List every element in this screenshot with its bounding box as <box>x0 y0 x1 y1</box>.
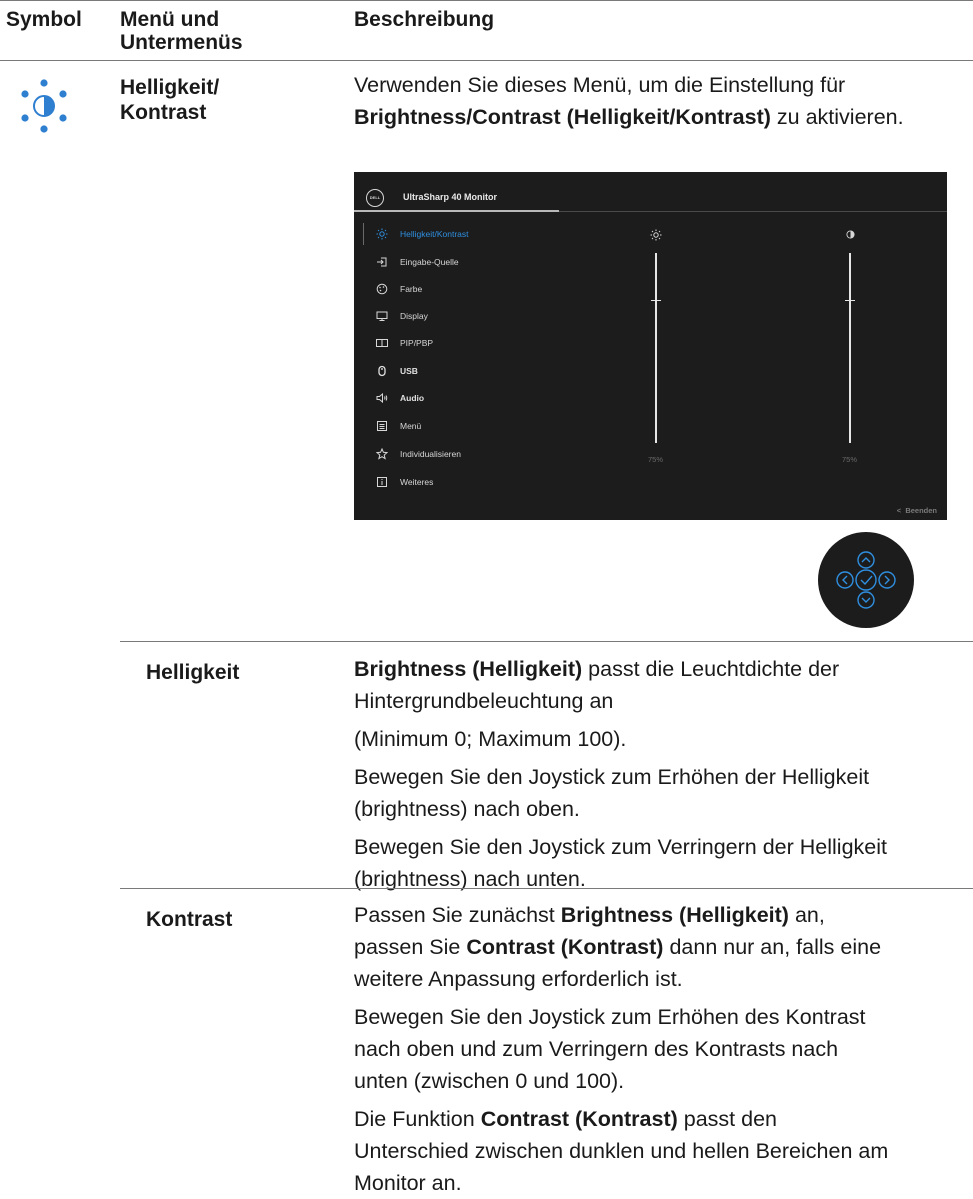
kontrast-p3-post: passt den <box>683 1107 777 1131</box>
main-desc-part1: Verwenden Sie dieses Menü, um die Einste… <box>354 73 846 97</box>
pip-icon <box>376 339 388 347</box>
menu-label-helligkeit-kontrast: Helligkeit/ Kontrast <box>120 76 220 124</box>
brightness-value: 75% <box>648 455 664 464</box>
kontrast-description: Passen Sie zunächst Brightness (Helligke… <box>354 899 969 1199</box>
osd-selection-bar <box>363 223 364 245</box>
dell-logo: DELL <box>366 189 384 207</box>
osd-menu-label: Helligkeit/Kontrast <box>400 229 469 239</box>
row-rule-helligkeit <box>120 641 973 642</box>
helligkeit-p3a: Bewegen Sie den Joystick zum Verringern … <box>354 835 887 859</box>
speaker-icon <box>376 392 388 404</box>
kontrast-p1-l2-post: dann nur an, falls eine <box>669 935 882 959</box>
main-desc-part2: zu aktivieren. <box>776 105 904 129</box>
osd-menu-item-weiteres[interactable]: Weiteres <box>376 474 433 490</box>
submenu-kontrast: Kontrast <box>146 908 233 931</box>
helligkeit-line2: Hintergrundbeleuchtung an <box>354 689 614 713</box>
helligkeit-para2: Bewegen Sie den Joystick zum Erhöhen der… <box>354 761 969 825</box>
menu-icon <box>377 421 387 431</box>
osd-menu-item-individualisieren[interactable]: Individualisieren <box>376 446 461 462</box>
kontrast-p2-l1: Bewegen Sie den Joystick zum Erhöhen des… <box>354 1005 866 1029</box>
star-icon <box>376 448 388 460</box>
display-icon <box>376 311 388 321</box>
helligkeit-description: Brightness (Helligkeit) passt die Leucht… <box>354 653 969 895</box>
kontrast-p1-bold1: Brightness (Helligkeit) <box>560 903 789 927</box>
input-icon <box>377 257 387 267</box>
brightness-contrast-icon <box>21 79 67 133</box>
exit-label: Beenden <box>905 506 937 515</box>
kontrast-p1-pre: Passen Sie zunächst <box>354 903 555 927</box>
exit-button[interactable]: < Beenden <box>897 506 937 515</box>
osd-menu-label: Audio <box>400 393 425 403</box>
brightness-slider[interactable] <box>655 253 657 443</box>
header-menu: Menü und Untermenüs <box>120 8 243 54</box>
kontrast-para3: Die Funktion Contrast (Kontrast) passt d… <box>354 1103 969 1199</box>
kontrast-p1-bold2: Contrast (Kontrast) <box>466 935 664 959</box>
osd-menu-item-audio[interactable]: Audio <box>376 390 424 406</box>
kontrast-p2-l3: unten (zwischen 0 und 100). <box>354 1069 625 1093</box>
contrast-value: 75% <box>842 455 858 464</box>
osd-menu-item-menu[interactable]: Menü <box>376 418 421 434</box>
kontrast-p2-l2: nach oben und zum Verringern des Kontras… <box>354 1037 839 1061</box>
header-symbol: Symbol <box>6 8 82 31</box>
kontrast-p3-bold: Contrast (Kontrast) <box>480 1107 678 1131</box>
helligkeit-line1: passt die Leuchtdichte der <box>588 657 840 681</box>
osd-title: UltraSharp 40 Monitor <box>403 192 498 202</box>
osd-menu-item-usb[interactable]: USB <box>376 363 418 379</box>
kontrast-para2: Bewegen Sie den Joystick zum Erhöhen des… <box>354 1001 969 1097</box>
osd-menu-item-helligkeit-kontrast[interactable]: Helligkeit/Kontrast <box>376 226 469 242</box>
osd-menu-item-display[interactable]: Display <box>376 308 428 324</box>
osd-menu-item-eingabe-quelle[interactable]: Eingabe-Quelle <box>376 254 459 270</box>
osd-menu-item-farbe[interactable]: Farbe <box>376 281 422 297</box>
contrast-slider[interactable] <box>849 253 851 443</box>
header-rule <box>0 60 973 61</box>
kontrast-p1-after1: an, <box>794 903 825 927</box>
osd-menu-item-pip-pbp[interactable]: PIP/PBP <box>376 335 433 351</box>
osd-menu-label: PIP/PBP <box>400 338 434 348</box>
osd-top-divider-highlight <box>354 210 559 212</box>
kontrast-p3-pre: Die Funktion <box>354 1107 475 1131</box>
kontrast-p3-l3: Monitor an. <box>354 1171 462 1195</box>
kontrast-p1-l3: weitere Anpassung erforderlich ist. <box>354 967 683 991</box>
helligkeit-para3: Bewegen Sie den Joystick zum Verringern … <box>354 831 969 895</box>
osd-menu-label: Display <box>400 311 428 321</box>
helligkeit-p2b: (brightness) nach oben. <box>354 797 580 821</box>
joystick-icon <box>818 532 914 628</box>
osd-menu-label: Eingabe-Quelle <box>400 257 459 267</box>
kontrast-para1: Passen Sie zunächst Brightness (Helligke… <box>354 899 969 995</box>
osd-menu-label: USB <box>400 366 418 376</box>
brightness-slider-sun-icon <box>650 229 662 241</box>
helligkeit-p2a: Bewegen Sie den Joystick zum Erhöhen der… <box>354 765 870 789</box>
osd-menu-label: Farbe <box>400 284 423 294</box>
osd-menu-label: Menü <box>400 421 422 431</box>
helligkeit-bold: Brightness (Helligkeit) <box>354 657 583 681</box>
sun-icon <box>376 228 388 240</box>
helligkeit-line3: (Minimum 0; Maximum 100). <box>354 727 627 751</box>
submenu-helligkeit: Helligkeit <box>146 661 240 684</box>
kontrast-p3-l2: Unterschied zwischen dunklen und hellen … <box>354 1139 889 1163</box>
contrast-slider-knob[interactable] <box>845 300 855 301</box>
osd-menu-label: Individualisieren <box>400 449 461 459</box>
osd-screenshot: DELL UltraSharp 40 Monitor Helligkeit/Ko… <box>354 172 947 520</box>
main-description: Verwenden Sie dieses Menü, um die Einste… <box>354 69 954 133</box>
row-rule-kontrast <box>120 888 973 889</box>
mouse-icon <box>378 365 386 377</box>
contrast-icon <box>846 230 855 239</box>
osd-menu-label: Weiteres <box>400 477 434 487</box>
kontrast-p1-l2-pre: passen Sie <box>354 935 461 959</box>
brightness-slider-knob[interactable] <box>651 300 661 301</box>
main-desc-bold: Brightness/Contrast (Helligkeit/Kontrast… <box>354 105 771 129</box>
top-rule <box>0 0 973 1</box>
info-icon <box>377 477 387 487</box>
palette-icon <box>376 283 388 295</box>
header-description: Beschreibung <box>354 8 495 31</box>
